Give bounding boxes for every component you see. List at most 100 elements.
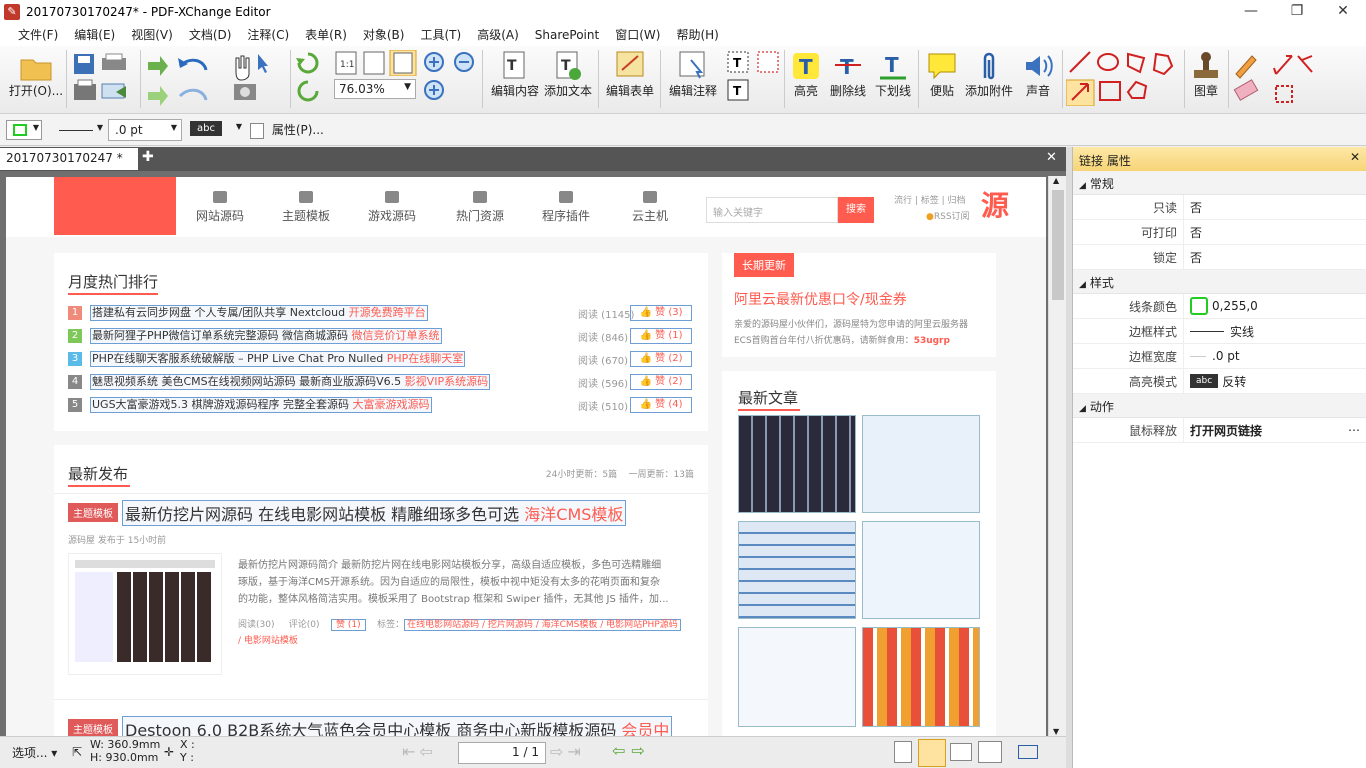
site-nav-item-3[interactable]: 热门资源 [450, 191, 510, 224]
highlight-button[interactable]: T 高亮 [786, 50, 826, 99]
rank-like-button[interactable]: 👍 赞 (4) [630, 397, 692, 413]
new-tab-icon[interactable]: ✚ [142, 149, 154, 165]
shape-tools-icons[interactable] [1066, 50, 1184, 106]
underline-button[interactable]: T 下划线 [870, 50, 916, 99]
article-thumb-4[interactable] [862, 521, 980, 619]
next-last-page-icons[interactable]: ⇨⇥ [550, 742, 585, 761]
panel-row[interactable]: 可打印否 [1073, 219, 1366, 245]
rank-link[interactable]: PHP在线聊天客服系统破解版 – PHP Live Chat Pro Nulle… [90, 351, 466, 367]
back-forward-view-icons[interactable]: ⇦⇨ [612, 741, 651, 760]
article-thumb-3[interactable] [738, 521, 856, 619]
edit-form-button[interactable]: 编辑表单 [602, 50, 658, 99]
scroll-down-icon[interactable]: ▼ [1053, 727, 1059, 736]
article-thumb-6[interactable] [862, 627, 980, 727]
menu-item-10[interactable]: 窗口(W) [607, 24, 668, 46]
strikeout-button[interactable]: T 删除线 [826, 50, 870, 99]
panel-close-icon[interactable]: ✕ [1350, 150, 1360, 164]
panel-row[interactable]: 线条颜色 0,255,0 [1073, 293, 1366, 319]
post2-title-link[interactable]: Destoon 6.0 B2B系统大气蓝色会员中心模板 商务中心新版模板源码 会… [122, 716, 673, 736]
rank-like-button[interactable]: 👍 赞 (2) [630, 374, 692, 390]
properties-button[interactable]: 属性(P)... [250, 120, 324, 140]
menu-item-0[interactable]: 文件(F) [10, 24, 66, 46]
stamp-button[interactable]: 图章 [1186, 50, 1226, 99]
menu-item-11[interactable]: 帮助(H) [668, 24, 726, 46]
zoom-input[interactable]: 76.03% ▼ [334, 79, 416, 99]
panel-section-0[interactable]: ◢ 常规 [1073, 171, 1366, 195]
more-icon[interactable]: ⋯ [1348, 423, 1360, 437]
article-thumb-5[interactable] [738, 627, 856, 727]
minimize-button[interactable]: — [1228, 0, 1274, 24]
rotate-icons[interactable] [296, 52, 320, 102]
scroll-up-icon[interactable]: ▲ [1053, 176, 1059, 185]
menu-item-5[interactable]: 表单(R) [297, 24, 355, 46]
line-style-picker[interactable]: ▼ [54, 120, 106, 140]
rank-link[interactable]: 搭建私有云同步网盘 个人专属/团队共享 Nextcloud 开源免费跨平台 [90, 305, 428, 321]
pencil-eraser-measure-icons[interactable] [1232, 50, 1328, 106]
open-button[interactable]: 打开(O)... [8, 52, 64, 99]
close-doc-icon[interactable]: ✕ [1046, 150, 1057, 165]
continuous-page-icon[interactable] [918, 739, 946, 767]
zoom-in-out-icons[interactable] [422, 50, 476, 100]
edit-annot-button[interactable]: 编辑注释 [664, 50, 722, 99]
site-search-button[interactable]: 搜索 [838, 197, 874, 223]
menu-item-2[interactable]: 视图(V) [123, 24, 181, 46]
page-number-input[interactable]: 1 / 1 [458, 742, 546, 764]
panel-section-1[interactable]: ◢ 样式 [1073, 270, 1366, 294]
rank-link[interactable]: UGS大富豪游戏5.3 棋牌游戏源码程序 完整全套源码 大富豪游戏源码 [90, 397, 432, 413]
panel-row[interactable]: 鼠标释放 打开网页链接 ⋯ [1073, 417, 1366, 443]
scroll-thumb[interactable] [1052, 190, 1064, 300]
textbox-tools-icons[interactable]: T T [726, 50, 782, 104]
site-nav-item-0[interactable]: 网站源码 [190, 191, 250, 224]
rank-like-button[interactable]: 👍 赞 (1) [630, 328, 692, 344]
panel-row[interactable]: 高亮模式 abc 反转 [1073, 368, 1366, 394]
site-nav-item-2[interactable]: 游戏源码 [362, 191, 422, 224]
post1-like[interactable]: 赞 (1) [331, 619, 366, 631]
rank-like-button[interactable]: 👍 赞 (2) [630, 351, 692, 367]
sound-button[interactable]: 声音 [1018, 50, 1058, 99]
sticky-note-button[interactable]: 便贴 [922, 50, 962, 99]
text-style-picker[interactable]: abc ▼ [190, 120, 244, 140]
panel-section-2[interactable]: ◢ 动作 [1073, 394, 1366, 418]
site-search-input[interactable]: 输入关键字 [706, 197, 838, 223]
post1-tags2[interactable]: / 电影网站模板 [238, 633, 298, 646]
menu-item-4[interactable]: 注释(C) [239, 24, 297, 46]
site-nav-item-4[interactable]: 程序插件 [536, 191, 596, 224]
menu-item-9[interactable]: SharePoint [527, 24, 607, 46]
menu-item-6[interactable]: 对象(B) [355, 24, 413, 46]
restore-button[interactable]: ❐ [1274, 0, 1320, 24]
article-thumb-2[interactable] [862, 415, 980, 513]
single-page-icon[interactable] [894, 741, 912, 763]
facing-page-icon[interactable] [950, 743, 972, 761]
site-nav-item-1[interactable]: 主题模板 [276, 191, 336, 224]
menu-item-7[interactable]: 工具(T) [412, 24, 469, 46]
first-prev-page-icons[interactable]: ⇤⇦ [402, 742, 437, 761]
site-nav-item-5[interactable]: 云主机 [620, 191, 680, 224]
save-print-email-icons[interactable] [72, 52, 142, 108]
page-fit-icons[interactable]: 1:1 [334, 50, 418, 76]
post1-title-link[interactable]: 最新仿挖片网源码 在线电影网站模板 精雕细琢多色可选 海洋CMS模板 [122, 500, 627, 526]
article-thumb-1[interactable] [738, 415, 856, 513]
nav-undo-redo-icons[interactable] [144, 52, 224, 108]
post1-tags[interactable]: 在线电影网站源码 / 挖片网源码 / 海洋CMS模板 / 电影网站PHP源码 [404, 619, 681, 631]
menu-item-8[interactable]: 高级(A) [469, 24, 527, 46]
rank-link[interactable]: 最新阿狸子PHP微信订单系统完整源码 微信商城源码 微信竞价订单系统 [90, 328, 442, 344]
add-text-button[interactable]: T 添加文本 [542, 50, 594, 99]
document-tab[interactable]: 20170730170247 * [0, 148, 138, 170]
hand-select-snapshot-icons[interactable] [228, 50, 284, 106]
panel-row[interactable]: 只读否 [1073, 194, 1366, 220]
line-width-input[interactable]: .0 pt ▼ [108, 119, 182, 141]
vertical-scrollbar[interactable]: ▲ ▼ [1048, 176, 1066, 736]
menu-item-3[interactable]: 文档(D) [181, 24, 240, 46]
rank-like-button[interactable]: 👍 赞 (3) [630, 305, 692, 321]
panel-row[interactable]: 锁定否 [1073, 244, 1366, 270]
options-button[interactable]: 选项... ▾ [12, 744, 57, 761]
panel-row[interactable]: 边框样式 实线 [1073, 318, 1366, 344]
attach-button[interactable]: 添加附件 [962, 50, 1016, 99]
rank-link[interactable]: 魅思视频系统 美色CMS在线视频网站源码 最新商业版源码V6.5 影视VIP系统… [90, 374, 491, 390]
edit-content-button[interactable]: T 编辑内容 [488, 50, 542, 99]
close-window-button[interactable]: ✕ [1320, 0, 1366, 24]
continuous-facing-icon[interactable] [978, 741, 1002, 763]
fullscreen-icon[interactable] [1018, 745, 1038, 759]
panel-row[interactable]: 边框宽度 .0 pt [1073, 343, 1366, 369]
menu-item-1[interactable]: 编辑(E) [66, 24, 123, 46]
